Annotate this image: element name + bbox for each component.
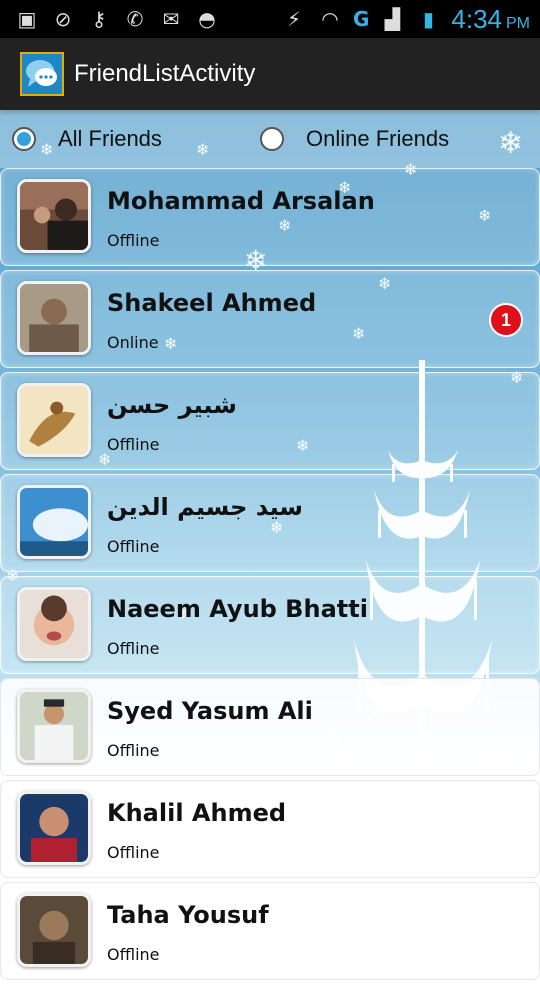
avatar — [17, 485, 91, 559]
friend-name: Mohammad Arsalan — [107, 187, 375, 215]
friend-status: Offline — [107, 741, 160, 760]
friend-status: Offline — [107, 537, 160, 556]
friend-status: Offline — [107, 435, 160, 454]
page-title: FriendListActivity — [74, 60, 256, 87]
avatar — [17, 383, 91, 457]
unread-count-badge: 1 — [489, 303, 523, 337]
friend-name: Shakeel Ahmed — [107, 289, 317, 317]
friend-row[interactable]: Naeem Ayub Bhatti Offline — [0, 576, 540, 674]
radio-label[interactable]: All Friends — [58, 126, 162, 152]
key-icon: ⚷ — [91, 7, 107, 31]
gmail-icon: ✉ — [162, 7, 180, 31]
friend-name: Taha Yousuf — [107, 901, 269, 929]
whatsapp-icon: ✆ — [126, 7, 144, 31]
settings-icon: ⊘ — [54, 7, 72, 31]
avatar — [17, 791, 91, 865]
friend-name: سید جسیم الدین — [107, 493, 304, 521]
friend-row[interactable]: Khalil Ahmed Offline — [0, 780, 540, 878]
friend-name: Syed Yasum Ali — [107, 697, 313, 725]
radio-label[interactable]: Online Friends — [306, 126, 449, 152]
friend-status: Offline — [107, 231, 160, 250]
friend-list: Mohammad Arsalan Offline Shakeel Ahmed O… — [0, 168, 540, 984]
friend-status: Offline — [107, 945, 160, 964]
battery-saver-icon: ⚡ — [286, 7, 301, 31]
signal-icon: ▟ — [384, 7, 401, 31]
friend-row[interactable]: سید جسیم الدین Offline — [0, 474, 540, 572]
radio-unselected-icon[interactable] — [260, 127, 284, 151]
friend-name: شبیر حسن — [107, 391, 237, 419]
friend-name: Naeem Ayub Bhatti — [107, 595, 368, 623]
friend-row[interactable]: Taha Yousuf Offline — [0, 882, 540, 980]
avatar — [17, 179, 91, 253]
android-icon: ◓ — [198, 7, 216, 31]
chat-bubble-icon[interactable] — [20, 52, 64, 96]
avatar — [17, 893, 91, 967]
clock: 4:34 PM — [451, 3, 530, 34]
friend-row[interactable]: شبیر حسن Offline — [0, 372, 540, 470]
friend-name: Khalil Ahmed — [107, 799, 287, 827]
friend-status: Offline — [107, 843, 160, 862]
friend-row[interactable]: Shakeel Ahmed Online 1 — [0, 270, 540, 368]
avatar — [17, 689, 91, 763]
action-bar: FriendListActivity — [0, 38, 540, 110]
friend-row[interactable]: Mohammad Arsalan Offline — [0, 168, 540, 266]
radio-all-friends[interactable]: All Friends — [12, 126, 162, 152]
wifi-icon: ◠ — [321, 7, 339, 31]
friend-filter: All Friends Online Friends — [0, 110, 540, 168]
battery-icon: ▮ — [422, 7, 434, 31]
avatar — [17, 281, 91, 355]
notification-icon: ▣ — [17, 7, 37, 31]
friend-row[interactable]: Syed Yasum Ali Offline — [0, 678, 540, 776]
network-type: G — [352, 7, 370, 31]
radio-online-friends[interactable]: Online Friends — [260, 126, 449, 152]
friend-status: Online — [107, 333, 159, 352]
friend-status: Offline — [107, 639, 160, 658]
status-bar: ▣ ⊘ ⚷ ✆ ✉ ◓ ⚡ ◠ G ▟ ▮ 4:34 PM — [0, 0, 540, 38]
avatar — [17, 587, 91, 661]
radio-selected-icon[interactable] — [12, 127, 36, 151]
